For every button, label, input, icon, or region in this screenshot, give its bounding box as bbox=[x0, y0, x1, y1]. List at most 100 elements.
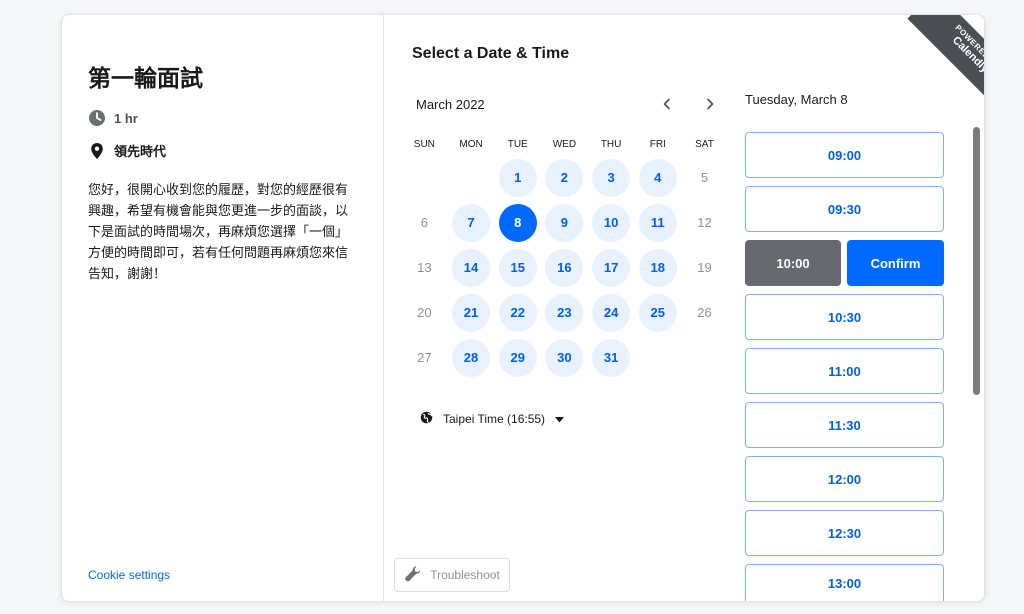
calendar-cell: 9 bbox=[541, 200, 588, 245]
calendar-cell: 16 bbox=[541, 245, 588, 290]
calendar-cell: 3 bbox=[588, 155, 635, 200]
calendar-cell: 4 bbox=[634, 155, 681, 200]
calendar-cell: 22 bbox=[494, 290, 541, 335]
clock-icon bbox=[88, 109, 106, 127]
time-slot-scrollbar[interactable] bbox=[973, 127, 980, 395]
calendar-day[interactable]: 31 bbox=[592, 338, 631, 377]
calendar-day-selected[interactable]: 8 bbox=[498, 203, 537, 242]
confirm-button[interactable]: Confirm bbox=[847, 240, 944, 286]
time-slot-button[interactable]: 12:00 bbox=[745, 456, 944, 502]
calendar-day[interactable]: 21 bbox=[452, 293, 491, 332]
calendar-day[interactable]: 4 bbox=[638, 158, 677, 197]
calendar-cell: 23 bbox=[541, 290, 588, 335]
calendar-cell: 7 bbox=[448, 200, 495, 245]
weekday-label: FRI bbox=[649, 139, 666, 150]
calendar-day: 20 bbox=[417, 305, 432, 320]
calendar-day[interactable]: 14 bbox=[452, 248, 491, 287]
calendar-day: 27 bbox=[417, 350, 432, 365]
event-location: 領先時代 bbox=[88, 141, 166, 160]
map-pin-icon bbox=[88, 142, 106, 160]
calendar-cell: 14 bbox=[448, 245, 495, 290]
caret-down-icon bbox=[555, 412, 565, 426]
calendar-cell: 2 bbox=[541, 155, 588, 200]
weekday-label: SAT bbox=[695, 139, 714, 150]
time-slot-button[interactable]: 13:00 bbox=[745, 564, 944, 601]
calendar-day[interactable]: 25 bbox=[638, 293, 677, 332]
wrench-icon bbox=[404, 565, 422, 586]
cookie-settings-link[interactable]: Cookie settings bbox=[88, 568, 170, 582]
time-slot-button[interactable]: 12:30 bbox=[745, 510, 944, 556]
calendar-cell: 5 bbox=[681, 155, 728, 200]
next-month-button[interactable] bbox=[697, 91, 723, 117]
selected-date-label: Tuesday, March 8 bbox=[745, 92, 848, 107]
calendar-day[interactable]: 11 bbox=[638, 203, 677, 242]
calendar-day[interactable]: 9 bbox=[545, 203, 584, 242]
weekday-label: SUN bbox=[413, 139, 435, 150]
calendly-logo-text: Calendly bbox=[949, 34, 985, 76]
calendar-cell: 27 bbox=[401, 335, 448, 380]
event-title: 第一輪面試 bbox=[88, 65, 203, 91]
previous-month-button[interactable] bbox=[654, 91, 680, 117]
calendar-day[interactable]: 22 bbox=[498, 293, 537, 332]
time-slot-button[interactable]: 10:30 bbox=[745, 294, 944, 340]
calendar-day[interactable]: 28 bbox=[452, 338, 491, 377]
calendar-cell bbox=[448, 155, 495, 200]
month-label: March 2022 bbox=[416, 97, 485, 112]
time-slot-button[interactable]: 11:00 bbox=[745, 348, 944, 394]
calendar-day[interactable]: 29 bbox=[498, 338, 537, 377]
calendar-cell: 11 bbox=[634, 200, 681, 245]
calendar-day: 5 bbox=[700, 170, 709, 185]
calendar-cell: 31 bbox=[588, 335, 635, 380]
weekday-header: SUN MON TUE WED THU FRI SAT bbox=[401, 139, 728, 150]
powered-by-badge[interactable]: POWERED BY Calendly bbox=[893, 15, 985, 106]
event-details-panel: 第一輪面試 1 hr 領先時代 您好，很開心收到您的履歷，對您的經歷很有興趣，希… bbox=[62, 15, 384, 601]
calendar-day[interactable]: 15 bbox=[498, 248, 537, 287]
calendar-day[interactable]: 10 bbox=[592, 203, 631, 242]
location-label: 領先時代 bbox=[114, 144, 167, 159]
chevron-right-icon bbox=[707, 98, 714, 110]
calendar-day[interactable]: 18 bbox=[638, 248, 677, 287]
calendar-day[interactable]: 16 bbox=[545, 248, 584, 287]
weekday-label: THU bbox=[600, 139, 622, 150]
calendar-day[interactable]: 24 bbox=[592, 293, 631, 332]
calendar-cell: 29 bbox=[494, 335, 541, 380]
booking-card: 第一輪面試 1 hr 領先時代 您好，很開心收到您的履歷，對您的經歷很有興趣，希… bbox=[61, 14, 985, 602]
calendar-cell: 17 bbox=[588, 245, 635, 290]
powered-by-ribbon[interactable]: POWERED BY Calendly bbox=[907, 15, 985, 106]
timezone-label: Taipei Time (16:55) bbox=[443, 412, 546, 426]
calendar-day: 19 bbox=[697, 260, 712, 275]
calendar-day[interactable]: 30 bbox=[545, 338, 584, 377]
calendar-cell: 12 bbox=[681, 200, 728, 245]
selected-time-row: 10:00 Confirm bbox=[745, 240, 944, 286]
calendar-cell: 8 bbox=[494, 200, 541, 245]
calendar-cell: 19 bbox=[681, 245, 728, 290]
calendar-day[interactable]: 17 bbox=[592, 248, 631, 287]
calendar-day[interactable]: 2 bbox=[545, 158, 584, 197]
time-slot-button[interactable]: 09:00 bbox=[745, 132, 944, 178]
calendar-cell: 21 bbox=[448, 290, 495, 335]
section-title: Select a Date & Time bbox=[412, 45, 570, 62]
calendar-day[interactable]: 1 bbox=[498, 158, 537, 197]
globe-icon bbox=[420, 411, 433, 427]
weekday-label: TUE bbox=[507, 139, 528, 150]
calendar-cell: 30 bbox=[541, 335, 588, 380]
calendar-cell: 24 bbox=[588, 290, 635, 335]
event-description: 您好，很開心收到您的履歷，對您的經歷很有興趣，希望有機會能與您更進一步的面談，以… bbox=[88, 182, 349, 281]
time-slot-button[interactable]: 11:30 bbox=[745, 402, 944, 448]
calendar-day: 26 bbox=[697, 305, 712, 320]
time-slot-selected[interactable]: 10:00 bbox=[745, 240, 841, 286]
timezone-selector[interactable]: Taipei Time (16:55) bbox=[420, 411, 565, 427]
calendar-cell bbox=[401, 155, 448, 200]
time-slot-button[interactable]: 09:30 bbox=[745, 186, 944, 232]
troubleshoot-button[interactable]: Troubleshoot bbox=[394, 558, 510, 592]
calendar-cell: 15 bbox=[494, 245, 541, 290]
calendar-day: 12 bbox=[697, 215, 712, 230]
calendar-day[interactable]: 3 bbox=[592, 158, 631, 197]
calendar-day[interactable]: 23 bbox=[545, 293, 584, 332]
calendar-cell: 13 bbox=[401, 245, 448, 290]
calendar-cell: 20 bbox=[401, 290, 448, 335]
calendar-day[interactable]: 7 bbox=[452, 203, 491, 242]
event-duration: 1 hr bbox=[88, 109, 138, 127]
calendar-cell: 28 bbox=[448, 335, 495, 380]
calendar-cell: 10 bbox=[588, 200, 635, 245]
